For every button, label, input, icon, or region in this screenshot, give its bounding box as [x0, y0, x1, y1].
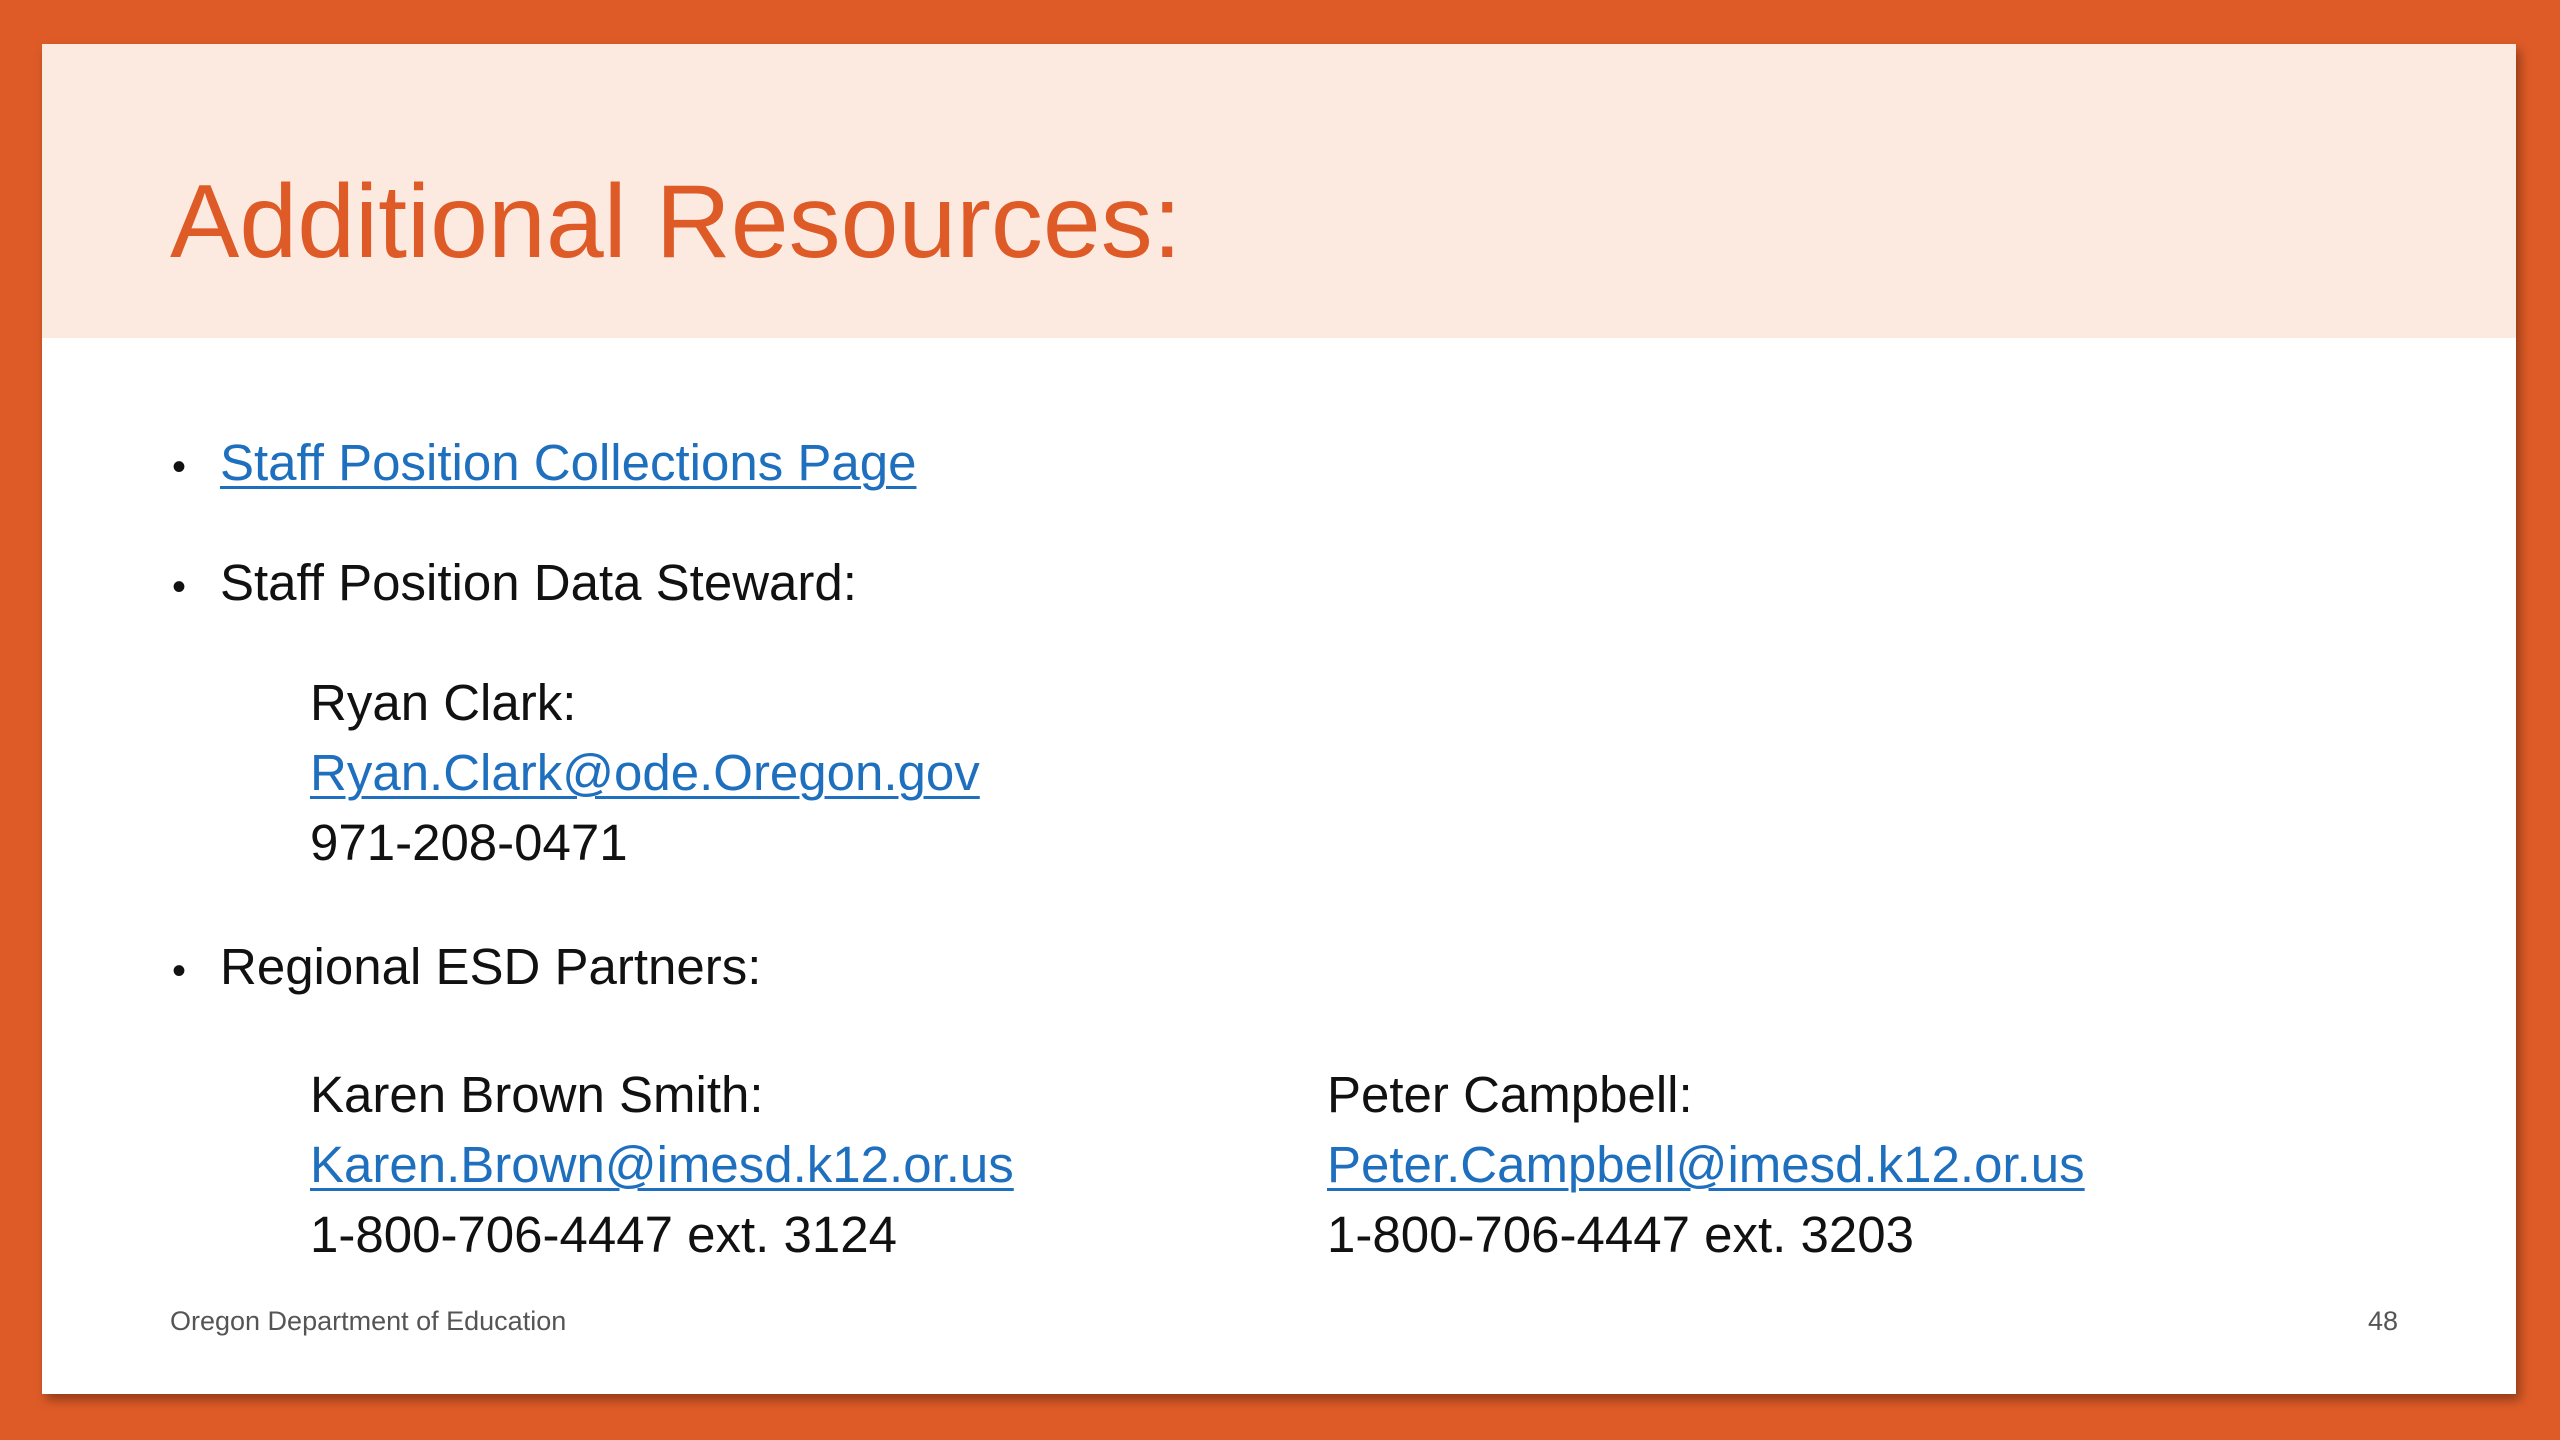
partner-email-link[interactable]: Peter.Campbell@imesd.k12.or.us — [1327, 1136, 2085, 1193]
data-steward-heading: Staff Position Data Steward: — [220, 554, 857, 611]
steward-email-link[interactable]: Ryan.Clark@ode.Oregon.gov — [310, 744, 980, 801]
staff-position-collections-link[interactable]: Staff Position Collections Page — [220, 432, 916, 493]
bullet-collections-page: • Staff Position Collections Page — [172, 432, 916, 493]
slide: Additional Resources: • Staff Position C… — [42, 44, 2516, 1394]
partner-name: Peter Campbell: — [1327, 1066, 1693, 1123]
bullet-esd-partners: • Regional ESD Partners: — [172, 936, 761, 997]
partner-contact-peter: Peter Campbell: Peter.Campbell@imesd.k12… — [1327, 1060, 2085, 1270]
partner-phone: 1-800-706-4447 ext. 3203 — [1327, 1206, 1914, 1263]
steward-name: Ryan Clark: — [310, 674, 577, 731]
steward-contact: Ryan Clark: Ryan.Clark@ode.Oregon.gov 97… — [310, 668, 980, 878]
bullet-data-steward: • Staff Position Data Steward: — [172, 552, 857, 613]
partner-phone: 1-800-706-4447 ext. 3124 — [310, 1206, 897, 1263]
steward-phone: 971-208-0471 — [310, 814, 628, 871]
slide-title: Additional Resources: — [170, 164, 1182, 280]
bullet-marker: • — [172, 949, 187, 993]
slide-number: 48 — [2367, 1306, 2398, 1336]
partner-email-link[interactable]: Karen.Brown@imesd.k12.or.us — [310, 1136, 1014, 1193]
partner-contact-karen: Karen Brown Smith: Karen.Brown@imesd.k12… — [310, 1060, 1014, 1270]
esd-partners-heading: Regional ESD Partners: — [220, 938, 762, 995]
partner-name: Karen Brown Smith: — [310, 1066, 764, 1123]
slide-frame: Additional Resources: • Staff Position C… — [0, 0, 2560, 1440]
footer-organization: Oregon Department of Education — [170, 1306, 567, 1336]
title-band: Additional Resources: — [42, 44, 2516, 338]
bullet-marker: • — [172, 445, 187, 489]
bullet-marker: • — [172, 565, 187, 609]
